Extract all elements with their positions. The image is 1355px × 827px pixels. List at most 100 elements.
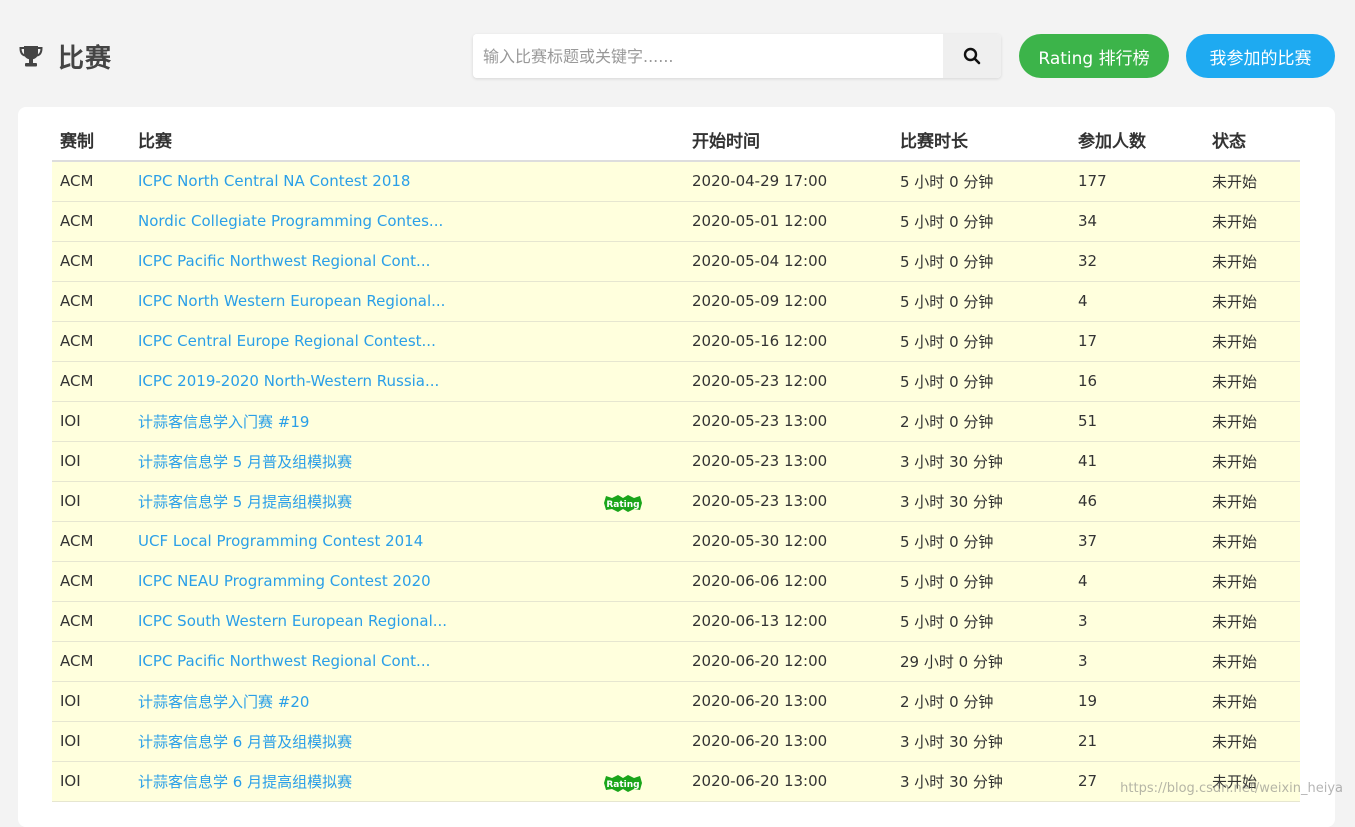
contest-name-cell: ICPC North Western European Regional... <box>130 281 684 321</box>
contest-type-cell: ACM <box>52 601 130 641</box>
rating-badge-icon: Rating <box>602 773 644 793</box>
start-time-cell: 2020-05-23 13:00 <box>684 441 892 481</box>
table-row: ACMICPC NEAU Programming Contest 2020202… <box>52 561 1300 601</box>
column-header-type: 赛制 <box>52 119 130 161</box>
contest-type-cell: IOI <box>52 441 130 481</box>
status-cell: 未开始 <box>1204 401 1300 441</box>
start-time-cell: 2020-05-09 12:00 <box>684 281 892 321</box>
start-time-cell: 2020-05-23 13:00 <box>684 401 892 441</box>
contest-link[interactable]: ICPC South Western European Regional... <box>138 612 447 630</box>
table-row: ACMICPC North Central NA Contest 2018202… <box>52 161 1300 201</box>
contest-name-cell: Nordic Collegiate Programming Contes... <box>130 201 684 241</box>
contest-link[interactable]: 计蒜客信息学 5 月提高组模拟赛 <box>138 493 352 511</box>
contest-link[interactable]: ICPC Pacific Northwest Regional Cont... <box>138 252 430 270</box>
start-time-cell: 2020-06-20 12:00 <box>684 641 892 681</box>
contest-link[interactable]: ICPC North Western European Regional... <box>138 292 445 310</box>
participant-count-cell: 34 <box>1070 201 1204 241</box>
contest-link[interactable]: Nordic Collegiate Programming Contes... <box>138 212 443 230</box>
contest-link[interactable]: 计蒜客信息学 6 月提高组模拟赛 <box>138 773 352 791</box>
contest-link[interactable]: 计蒜客信息学 5 月普及组模拟赛 <box>138 453 352 471</box>
table-header-row: 赛制 比赛 开始时间 比赛时长 参加人数 状态 <box>52 119 1300 161</box>
contest-name-cell: UCF Local Programming Contest 2014 <box>130 521 684 561</box>
search-input[interactable] <box>473 34 943 78</box>
contest-name-cell: ICPC South Western European Regional... <box>130 601 684 641</box>
contest-type-cell: ACM <box>52 281 130 321</box>
contest-link[interactable]: ICPC NEAU Programming Contest 2020 <box>138 572 431 590</box>
duration-cell: 5 小时 0 分钟 <box>892 561 1070 601</box>
table-row: IOI计蒜客信息学 6 月普及组模拟赛2020-06-20 13:003 小时 … <box>52 721 1300 761</box>
contest-link[interactable]: ICPC 2019-2020 North-Western Russia... <box>138 372 439 390</box>
contest-link[interactable]: UCF Local Programming Contest 2014 <box>138 532 423 550</box>
start-time-cell: 2020-05-04 12:00 <box>684 241 892 281</box>
contest-type-cell: IOI <box>52 481 130 521</box>
start-time-cell: 2020-06-20 13:00 <box>684 681 892 721</box>
search-icon <box>963 47 981 65</box>
participant-count-cell: 4 <box>1070 561 1204 601</box>
contest-name-cell: 计蒜客信息学 5 月普及组模拟赛 <box>130 441 684 481</box>
status-cell: 未开始 <box>1204 721 1300 761</box>
start-time-cell: 2020-05-01 12:00 <box>684 201 892 241</box>
duration-cell: 2 小时 0 分钟 <box>892 681 1070 721</box>
start-time-cell: 2020-04-29 17:00 <box>684 161 892 201</box>
participant-count-cell: 51 <box>1070 401 1204 441</box>
table-row: ACM ICPC 2019-2020 North-Western Russia..… <box>52 361 1300 401</box>
contest-type-cell: IOI <box>52 721 130 761</box>
participant-count-cell: 46 <box>1070 481 1204 521</box>
contest-type-cell: ACM <box>52 641 130 681</box>
table-row: ACMNordic Collegiate Programming Contes.… <box>52 201 1300 241</box>
contest-link[interactable]: 计蒜客信息学入门赛 #20 <box>138 693 309 711</box>
page-title-group: 比赛 <box>18 38 112 74</box>
contest-name-cell: ICPC Central Europe Regional Contest... <box>130 321 684 361</box>
contest-type-cell: ACM <box>52 361 130 401</box>
status-cell: 未开始 <box>1204 681 1300 721</box>
participant-count-cell: 37 <box>1070 521 1204 561</box>
contest-name-cell: ICPC Pacific Northwest Regional Cont... <box>130 241 684 281</box>
status-cell: 未开始 <box>1204 161 1300 201</box>
contest-link[interactable]: ICPC Pacific Northwest Regional Cont... <box>138 652 430 670</box>
search-button[interactable] <box>943 34 1001 78</box>
duration-cell: 5 小时 0 分钟 <box>892 321 1070 361</box>
contest-type-cell: ACM <box>52 321 130 361</box>
contest-link[interactable]: 计蒜客信息学 6 月普及组模拟赛 <box>138 733 352 751</box>
status-cell: 未开始 <box>1204 361 1300 401</box>
contest-link[interactable]: 计蒜客信息学入门赛 #19 <box>138 413 309 431</box>
start-time-cell: 2020-06-20 13:00 <box>684 721 892 761</box>
participant-count-cell: 41 <box>1070 441 1204 481</box>
contest-name-cell: ICPC Pacific Northwest Regional Cont... <box>130 641 684 681</box>
table-row: IOI 计蒜客信息学入门赛 #20 2020-06-20 13:002 小时 0 分… <box>52 681 1300 721</box>
table-row: ACMUCF Local Programming Contest 2014202… <box>52 521 1300 561</box>
column-header-status: 状态 <box>1204 119 1300 161</box>
contest-name-cell: 计蒜客信息学 6 月提高组模拟赛 Rating <box>130 761 684 801</box>
participant-count-cell: 3 <box>1070 601 1204 641</box>
my-contests-button[interactable]: 我参加的比赛 <box>1186 34 1335 78</box>
contest-name-cell: ICPC NEAU Programming Contest 2020 <box>130 561 684 601</box>
table-row: ACM ICPC North Western European Regional.… <box>52 281 1300 321</box>
status-cell: 未开始 <box>1204 481 1300 521</box>
contest-name-cell: 计蒜客信息学 6 月普及组模拟赛 <box>130 721 684 761</box>
contest-link[interactable]: ICPC North Central NA Contest 2018 <box>138 172 410 190</box>
status-cell: 未开始 <box>1204 561 1300 601</box>
rating-badge-label: Rating <box>606 780 639 790</box>
start-time-cell: 2020-06-20 13:00 <box>684 761 892 801</box>
contest-link[interactable]: ICPC Central Europe Regional Contest... <box>138 332 436 350</box>
duration-cell: 3 小时 30 分钟 <box>892 761 1070 801</box>
column-header-name: 比赛 <box>130 119 684 161</box>
start-time-cell: 2020-05-23 13:00 <box>684 481 892 521</box>
participant-count-cell: 17 <box>1070 321 1204 361</box>
status-cell: 未开始 <box>1204 441 1300 481</box>
duration-cell: 2 小时 0 分钟 <box>892 401 1070 441</box>
contest-type-cell: ACM <box>52 521 130 561</box>
status-cell: 未开始 <box>1204 281 1300 321</box>
page-header: 比赛 Rating 排行榜 我参加的比赛 <box>0 0 1355 107</box>
start-time-cell: 2020-06-13 12:00 <box>684 601 892 641</box>
participant-count-cell: 3 <box>1070 641 1204 681</box>
participant-count-cell: 32 <box>1070 241 1204 281</box>
contest-type-cell: IOI <box>52 681 130 721</box>
rating-badge-icon: Rating <box>602 493 644 513</box>
start-time-cell: 2020-06-06 12:00 <box>684 561 892 601</box>
search-box <box>473 34 1001 78</box>
column-header-count: 参加人数 <box>1070 119 1204 161</box>
table-row: IOI计蒜客信息学入门赛 #192020-05-23 13:002 小时 0 分… <box>52 401 1300 441</box>
status-cell: 未开始 <box>1204 641 1300 681</box>
rating-leaderboard-button[interactable]: Rating 排行榜 <box>1019 34 1169 78</box>
